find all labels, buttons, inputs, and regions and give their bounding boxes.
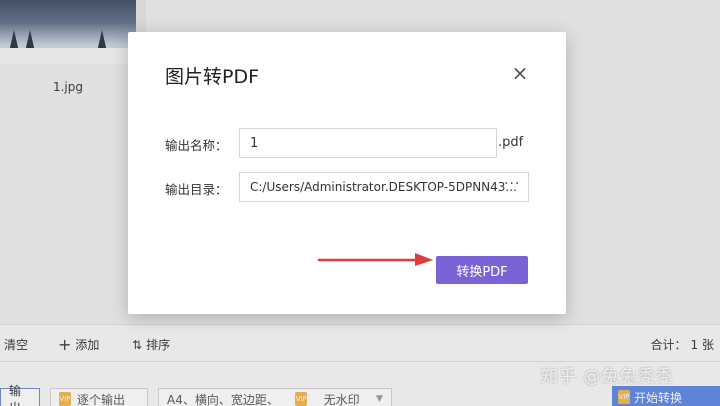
output-dir-label: 输出目录： <box>165 182 228 197</box>
convert-pdf-label: 转换PDF <box>456 264 508 280</box>
output-name-input[interactable]: 1 <box>239 128 497 158</box>
image-to-pdf-dialog: 图片转PDF × 输出名称： 1 .pdf 输出目录： C:/Users/Adm… <box>128 32 566 314</box>
output-dir-input[interactable]: C:/Users/Administrator.DESKTOP-5DPNN43..… <box>239 172 529 202</box>
browse-more-icon[interactable]: ··· <box>504 177 524 194</box>
output-name-value: 1 <box>250 135 259 151</box>
close-icon[interactable]: × <box>510 63 530 84</box>
output-dir-value: C:/Users/Administrator.DESKTOP-5DPNN43..… <box>250 180 517 194</box>
dialog-title: 图片转PDF <box>165 66 260 88</box>
convert-pdf-button[interactable]: 转换PDF <box>436 256 528 284</box>
file-extension-label: .pdf <box>498 135 524 150</box>
output-name-label: 输出名称： <box>165 138 228 153</box>
red-arrow-annotation <box>317 253 433 266</box>
